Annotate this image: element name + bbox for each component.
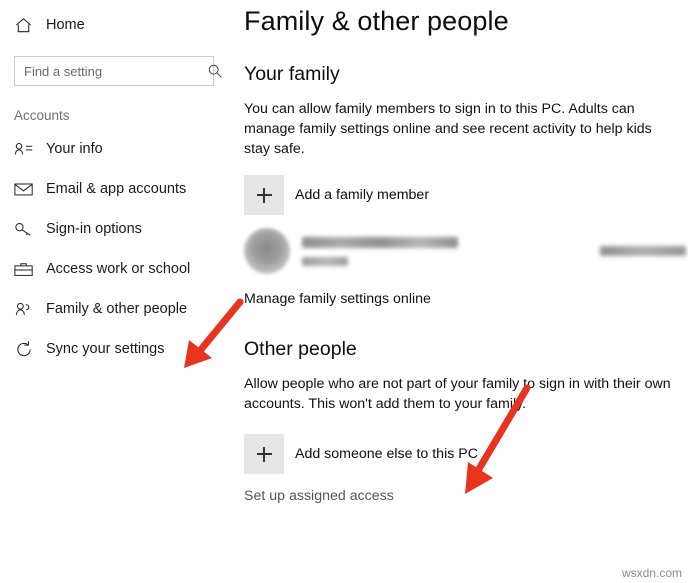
sidebar-item-family-other-people-label: Family & other people <box>46 301 188 317</box>
account-identity-redacted <box>302 236 458 266</box>
person-card-icon <box>14 140 40 158</box>
sidebar-item-your-info-label: Your info <box>46 141 103 157</box>
sidebar-item-home[interactable]: Home <box>0 8 228 42</box>
key-icon <box>14 220 40 238</box>
avatar <box>244 228 290 274</box>
home-icon <box>14 16 40 35</box>
sidebar-item-family-other-people[interactable]: Family & other people <box>0 289 228 329</box>
other-people-description: Allow people who are not part of your fa… <box>244 376 671 412</box>
sidebar-item-access-work-or-school[interactable]: Access work or school <box>0 249 228 289</box>
sidebar-item-home-label: Home <box>46 17 85 33</box>
watermark: wsxdn.com <box>621 566 682 580</box>
sidebar-item-email-app-accounts-label: Email & app accounts <box>46 181 187 197</box>
sidebar-item-email-app-accounts[interactable]: Email & app accounts <box>0 169 228 209</box>
family-account-row[interactable] <box>244 225 686 277</box>
plus-icon <box>244 434 284 474</box>
your-family-heading: Your family <box>244 63 340 85</box>
main-content: Family & other people Your family You ca… <box>228 0 688 583</box>
search-box[interactable] <box>14 56 222 86</box>
add-someone-else-label: Add someone else to this PC <box>295 446 478 462</box>
add-someone-else-button[interactable]: Add someone else to this PC <box>244 434 678 474</box>
sidebar-item-sync-your-settings-label: Sync your settings <box>46 341 165 357</box>
add-family-member-label: Add a family member <box>295 187 430 203</box>
account-status-redacted <box>600 246 686 256</box>
briefcase-icon <box>14 261 40 278</box>
sidebar-item-your-info[interactable]: Your info <box>0 129 228 169</box>
set-up-assigned-access-link[interactable]: Set up assigned access <box>244 488 394 504</box>
sync-icon <box>14 340 40 359</box>
other-people-heading: Other people <box>244 338 357 360</box>
sidebar-item-sign-in-options-label: Sign-in options <box>46 221 142 237</box>
search-icon <box>202 63 228 79</box>
search-input[interactable] <box>15 62 202 80</box>
sidebar-section-accounts: Accounts <box>14 108 70 123</box>
add-family-member-button[interactable]: Add a family member <box>244 175 678 215</box>
manage-family-settings-link[interactable]: Manage family settings online <box>244 291 431 307</box>
sidebar-item-sign-in-options[interactable]: Sign-in options <box>0 209 228 249</box>
sidebar: Home Accounts Your info <box>0 0 228 583</box>
sidebar-item-access-work-or-school-label: Access work or school <box>46 261 191 277</box>
your-family-description: You can allow family members to sign in … <box>244 101 652 157</box>
people-icon <box>14 300 40 318</box>
envelope-icon <box>14 181 40 197</box>
settings-window: Home Accounts Your info <box>0 0 688 583</box>
sidebar-item-sync-your-settings[interactable]: Sync your settings <box>0 329 228 369</box>
page-title: Family & other people <box>244 6 509 36</box>
plus-icon <box>244 175 284 215</box>
